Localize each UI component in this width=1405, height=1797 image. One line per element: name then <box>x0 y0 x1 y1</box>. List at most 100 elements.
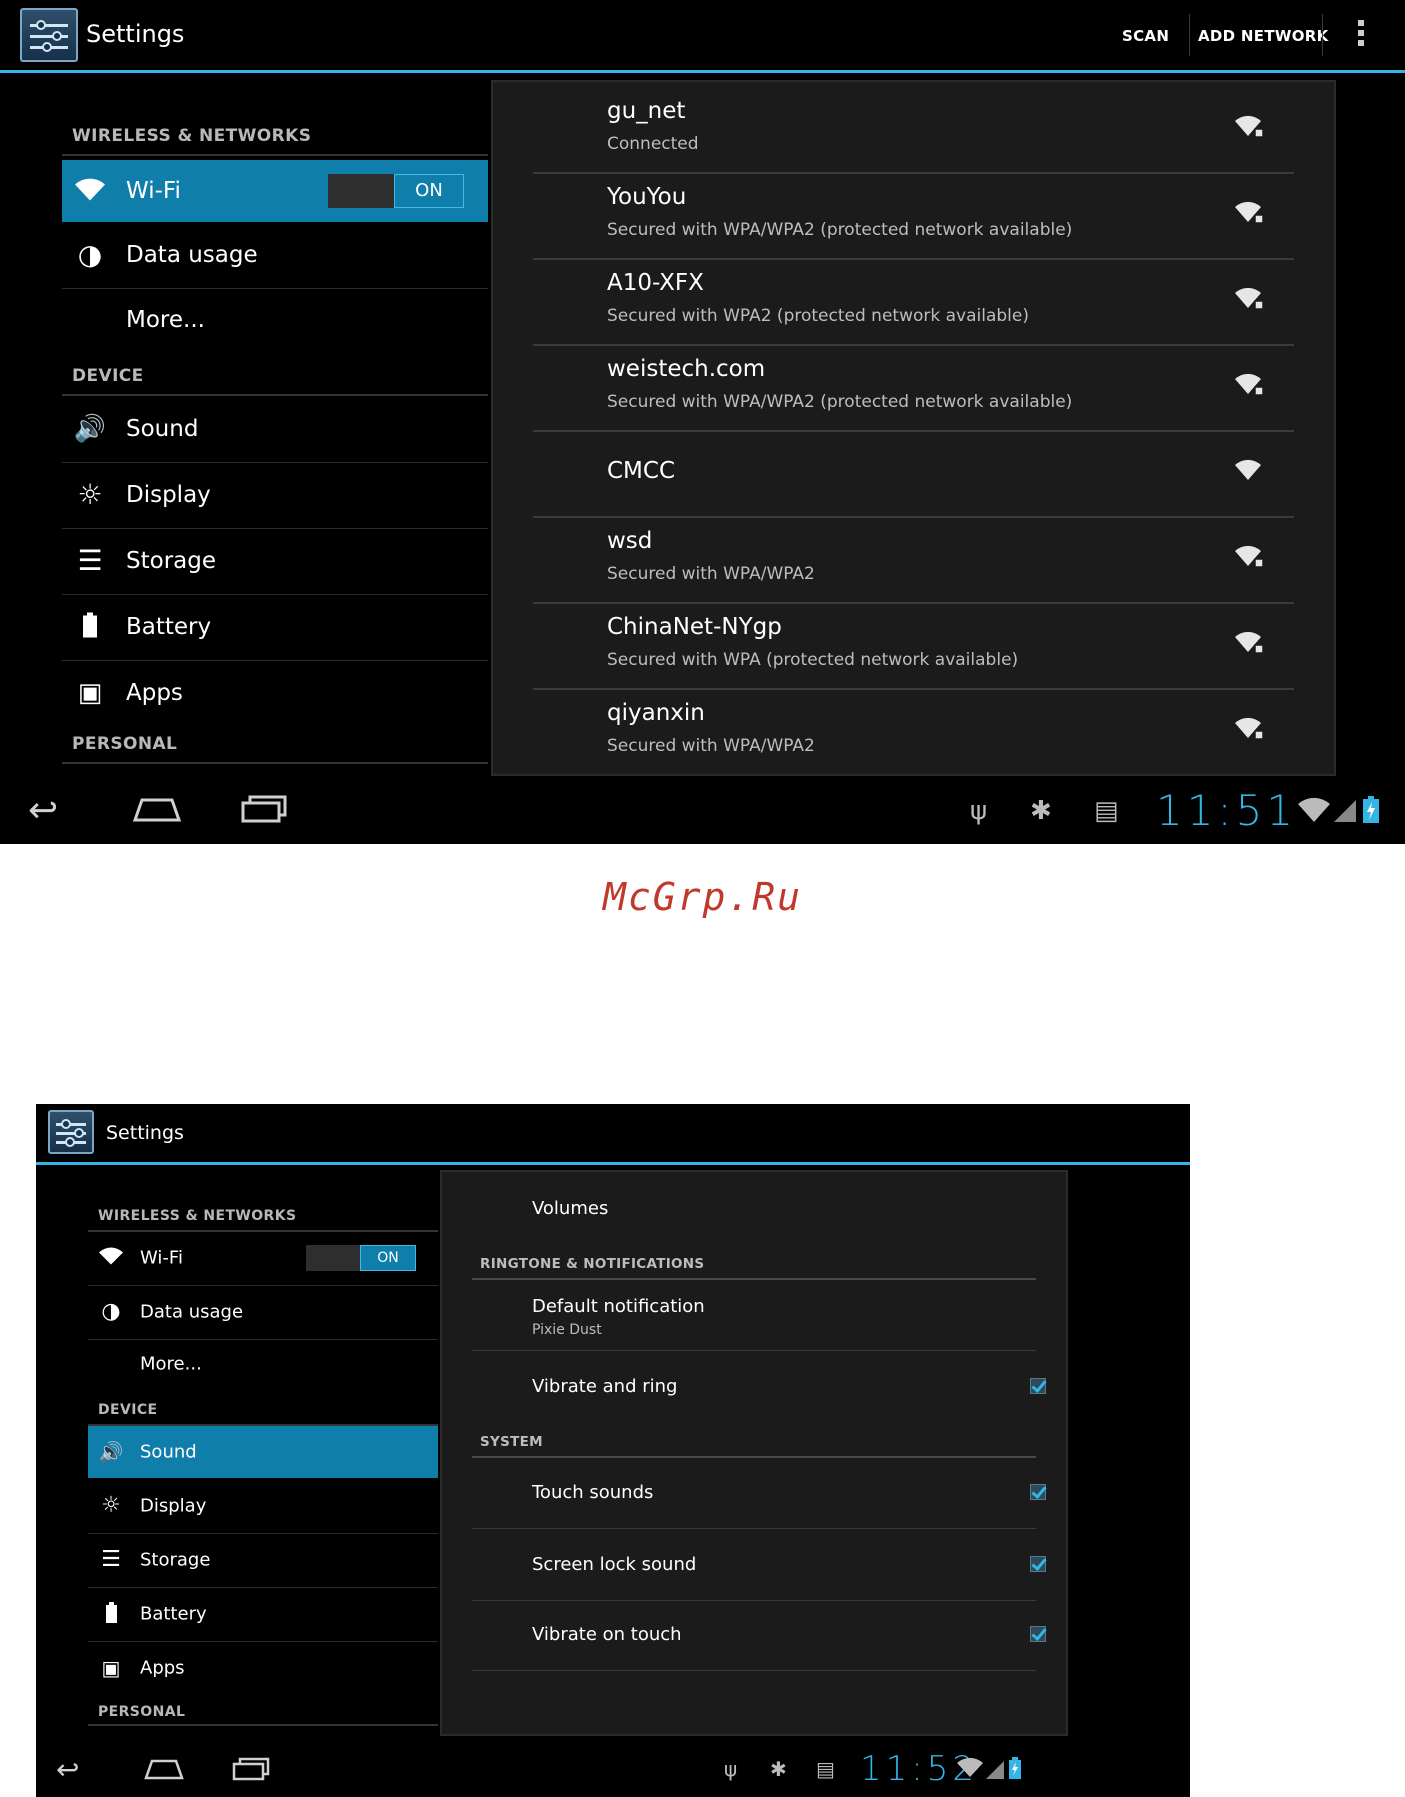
sidebar-item-label: More... <box>126 307 205 333</box>
ringtone-notifications-header: RINGTONE & NOTIFICATIONS <box>480 1256 705 1272</box>
sound-settings-panel: Volumes RINGTONE & NOTIFICATIONS Default… <box>440 1170 1068 1736</box>
recent-apps-icon[interactable] <box>240 794 288 828</box>
wifi-secured-signal-icon <box>1234 286 1264 312</box>
vibrate-on-touch-checkbox[interactable] <box>1030 1626 1046 1642</box>
sidebar-item-apps[interactable]: ▣ Apps <box>88 1642 438 1694</box>
wifi-network-row[interactable]: qiyanxin Secured with WPA/WPA2 <box>533 688 1294 774</box>
settings-app-icon[interactable] <box>20 8 78 62</box>
network-ssid: CMCC <box>607 458 676 484</box>
wifi-icon <box>72 177 108 206</box>
wifi-networks-panel: gu_net Connected YouYou Secured with WPA/WP… <box>491 80 1336 776</box>
sidebar-item-more[interactable]: More... <box>62 290 488 350</box>
action-separator <box>1322 14 1323 56</box>
home-icon[interactable] <box>144 1757 184 1785</box>
wifi-network-row[interactable]: gu_net Connected <box>533 86 1294 172</box>
wireless-networks-header: WIRELESS & NETWORKS <box>72 126 312 146</box>
wifi-signal-icon <box>1296 796 1332 828</box>
wifi-secured-signal-icon <box>1234 200 1264 226</box>
vibrate-and-ring-item[interactable]: Vibrate and ring <box>532 1376 677 1397</box>
back-icon[interactable]: ↩ <box>56 1753 79 1786</box>
wifi-secured-signal-icon <box>1234 630 1264 656</box>
back-icon[interactable]: ↩ <box>28 790 58 831</box>
recent-apps-icon[interactable] <box>232 1757 270 1785</box>
network-status: Secured with WPA/WPA2 (protected network… <box>607 220 1073 240</box>
sidebar-item-display[interactable]: ☼ Display <box>88 1480 438 1532</box>
sidebar-item-label: Sound <box>126 416 199 442</box>
wifi-network-row[interactable]: CMCC <box>533 430 1294 516</box>
sidebar-item-wifi[interactable]: Wi-Fi ON <box>62 160 488 222</box>
default-notification-item[interactable]: Default notification <box>532 1296 705 1317</box>
network-ssid: A10-XFX <box>607 270 704 296</box>
personal-header: PERSONAL <box>98 1704 186 1720</box>
wifi-toggle[interactable]: ON <box>328 174 464 208</box>
wifi-network-row[interactable]: YouYou Secured with WPA/WPA2 (protected n… <box>533 172 1294 258</box>
screen-lock-sound-checkbox[interactable] <box>1030 1556 1046 1572</box>
personal-header: PERSONAL <box>72 734 178 754</box>
action-separator <box>1189 14 1190 56</box>
wifi-network-row[interactable]: A10-XFX Secured with WPA2 (protected netw… <box>533 258 1294 344</box>
cell-signal-icon <box>1334 800 1356 826</box>
sidebar-item-label: Display <box>140 1495 207 1517</box>
wifi-secured-signal-icon <box>1234 372 1264 398</box>
vibrate-on-touch-item[interactable]: Vibrate on touch <box>532 1624 682 1645</box>
network-status: Secured with WPA (protected network avai… <box>607 650 1019 670</box>
add-network-button[interactable]: ADD NETWORK <box>1198 27 1329 45</box>
wifi-open-signal-icon <box>1234 458 1264 484</box>
wifi-network-row[interactable]: ChinaNet-NYgp Secured with WPA (protected… <box>533 602 1294 688</box>
touch-sounds-checkbox[interactable] <box>1030 1484 1046 1500</box>
network-status: Secured with WPA/WPA2 <box>607 564 815 584</box>
battery-icon <box>72 612 108 642</box>
sidebar-item-label: Wi-Fi <box>140 1247 183 1269</box>
battery-icon <box>96 1602 126 1626</box>
sidebar-item-label: Data usage <box>126 242 258 268</box>
device-header: DEVICE <box>98 1402 158 1418</box>
sidebar-item-data-usage[interactable]: ◑ Data usage <box>62 224 488 286</box>
wireless-networks-header: WIRELESS & NETWORKS <box>98 1208 297 1224</box>
sidebar-item-label: Data usage <box>140 1301 244 1323</box>
settings-app-icon[interactable] <box>48 1110 94 1154</box>
sidebar-item-label: Storage <box>126 548 216 574</box>
wifi-secured-signal-icon <box>1234 544 1264 570</box>
sidebar-item-data-usage[interactable]: ◑ Data usage <box>88 1286 438 1338</box>
cell-signal-icon <box>986 1761 1004 1783</box>
sidebar-item-sound[interactable]: 🔊 Sound <box>62 398 488 460</box>
volumes-item[interactable]: Volumes <box>532 1198 608 1219</box>
battery-charging-icon <box>1008 1757 1022 1783</box>
speaker-icon: 🔊 <box>73 414 107 444</box>
sidebar-item-wifi[interactable]: Wi-Fi ON <box>88 1232 438 1284</box>
home-icon[interactable] <box>132 794 182 828</box>
system-navigation-bar: ↩ ψ ✱ ▤ 11:51 <box>0 776 1405 844</box>
settings-sidebar: WIRELESS & NETWORKS Wi-Fi ON ◑ Data usag… <box>62 110 488 770</box>
brightness-icon: ☼ <box>77 478 103 511</box>
sidebar-item-sound[interactable]: 🔊 Sound <box>88 1426 438 1478</box>
sidebar-item-label: More... <box>140 1353 202 1375</box>
wifi-signal-icon <box>956 1757 984 1783</box>
sidebar-item-label: Battery <box>126 614 212 640</box>
network-ssid: YouYou <box>607 184 687 210</box>
sidebar-item-battery[interactable]: Battery <box>88 1588 438 1640</box>
sidebar-item-storage[interactable]: ☰ Storage <box>62 530 488 592</box>
wifi-toggle[interactable]: ON <box>306 1245 416 1271</box>
sidebar-item-battery[interactable]: Battery <box>62 596 488 658</box>
sidebar-item-more[interactable]: More... <box>88 1340 438 1388</box>
watermark-text: McGrp.Ru <box>602 875 803 919</box>
scan-button[interactable]: SCAN <box>1122 27 1169 45</box>
usb-icon: ψ <box>724 1757 738 1781</box>
network-ssid: weistech.com <box>607 356 766 382</box>
sidebar-item-display[interactable]: ☼ Display <box>62 464 488 526</box>
speaker-icon: 🔊 <box>98 1440 124 1464</box>
wifi-network-row[interactable]: weistech.com Secured with WPA/WPA2 (prote… <box>533 344 1294 430</box>
sidebar-item-label: Display <box>126 482 211 508</box>
data-usage-icon: ◑ <box>101 1299 121 1324</box>
sidebar-item-storage[interactable]: ☰ Storage <box>88 1534 438 1586</box>
network-status: Secured with WPA/WPA2 <box>607 736 815 756</box>
overflow-menu-icon[interactable] <box>1358 20 1366 50</box>
action-bar: Settings SCAN ADD NETWORK <box>0 0 1405 73</box>
touch-sounds-item[interactable]: Touch sounds <box>532 1482 653 1503</box>
vibrate-and-ring-checkbox[interactable] <box>1030 1378 1046 1394</box>
sidebar-item-label: Apps <box>140 1657 185 1679</box>
wifi-network-row[interactable]: wsd Secured with WPA/WPA2 <box>533 516 1294 602</box>
sidebar-item-label: Battery <box>140 1603 207 1625</box>
screen-lock-sound-item[interactable]: Screen lock sound <box>532 1554 696 1575</box>
sidebar-item-apps[interactable]: ▣ Apps <box>62 662 488 724</box>
